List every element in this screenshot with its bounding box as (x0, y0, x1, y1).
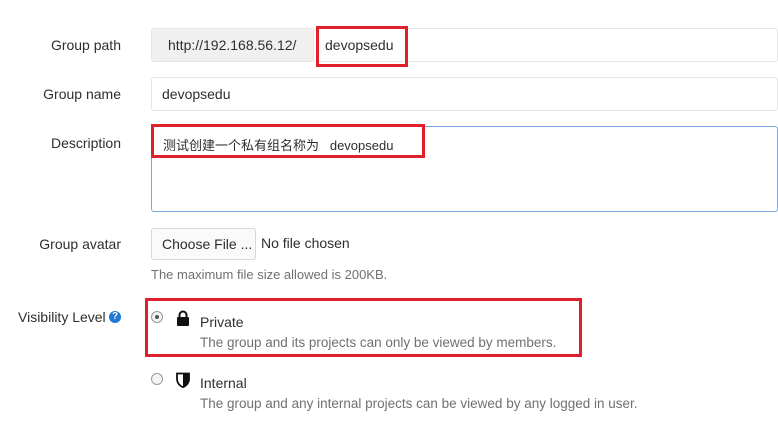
group-name-value: devopsedu (162, 86, 231, 102)
shield-icon (176, 372, 190, 388)
group-path-prefix: http://192.168.56.12/ (151, 28, 313, 62)
visibility-internal-description: The group and any internal projects can … (200, 396, 638, 411)
visibility-label-text: Visibility Level (18, 309, 106, 325)
avatar-help-text: The maximum file size allowed is 200KB. (151, 267, 388, 282)
question-circle-icon[interactable]: ? (109, 311, 121, 323)
file-status: No file chosen (261, 235, 350, 251)
group-path-highlight (316, 26, 408, 67)
group-name-input[interactable]: devopsedu (151, 77, 778, 111)
group-path-label: Group path (50, 37, 121, 53)
description-label: Description (50, 135, 121, 151)
choose-file-button[interactable]: Choose File ... (151, 228, 256, 260)
visibility-internal-label[interactable]: Internal (200, 375, 247, 391)
group-avatar-label: Group avatar (39, 236, 121, 252)
visibility-label: Visibility Level (18, 309, 106, 325)
description-highlight (151, 124, 425, 158)
visibility-internal-radio[interactable] (151, 373, 163, 385)
visibility-private-highlight (145, 298, 582, 357)
group-name-label: Group name (43, 86, 121, 102)
